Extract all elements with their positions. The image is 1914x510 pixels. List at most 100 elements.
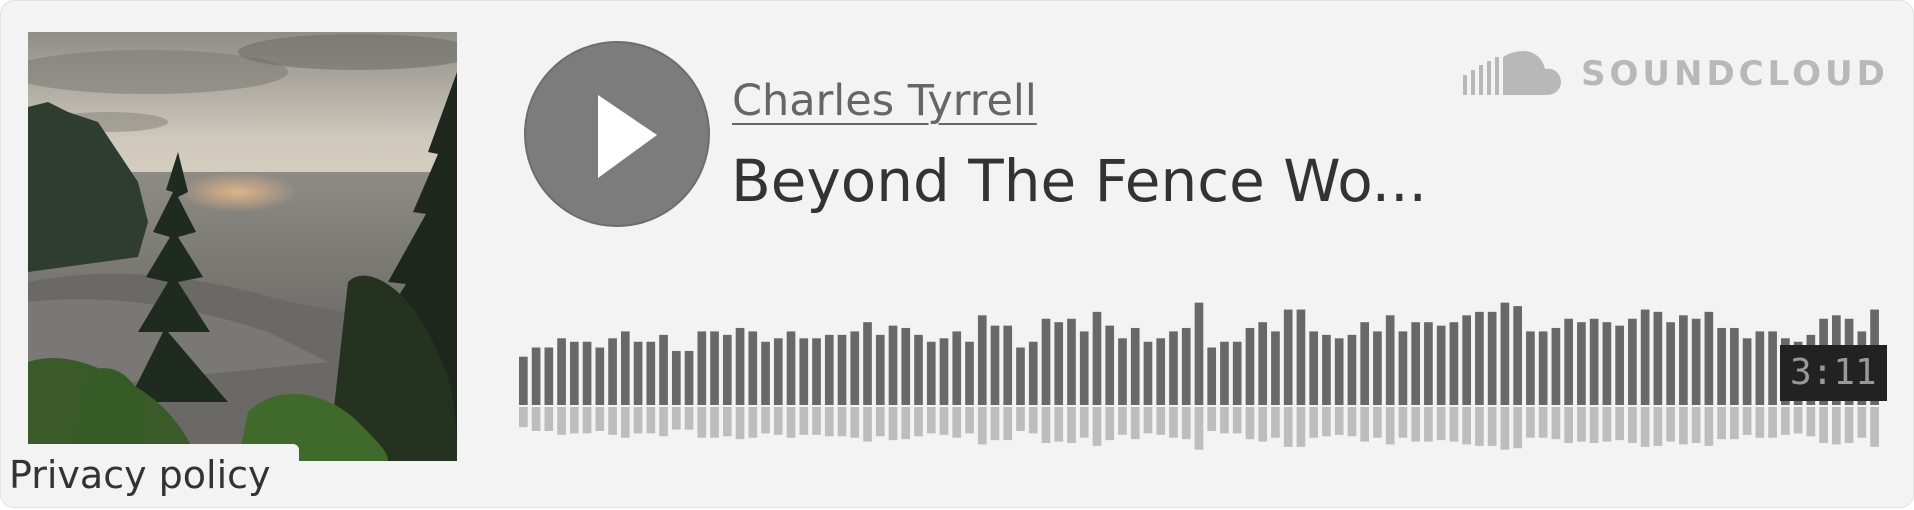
waveform-bar xyxy=(1130,327,1140,405)
waveform-bar-reflection xyxy=(926,407,936,434)
artist-link[interactable]: Charles Tyrrell xyxy=(732,73,1037,129)
waveform-bar xyxy=(1258,322,1268,405)
waveform-bar xyxy=(888,325,898,405)
waveform[interactable] xyxy=(519,281,1883,461)
waveform-bar xyxy=(620,331,630,405)
waveform-bar xyxy=(1436,325,1446,405)
waveform-bar xyxy=(1373,331,1382,405)
waveform-bar xyxy=(1768,331,1777,405)
waveform-bar-reflection xyxy=(1832,407,1841,445)
waveform-bar-reflection xyxy=(1436,407,1446,441)
waveform-bar-reflection xyxy=(965,407,974,434)
waveform-bar xyxy=(1462,315,1471,405)
waveform-bar-reflection xyxy=(1143,407,1153,434)
waveform-bar xyxy=(1666,322,1675,405)
waveform-bar-reflection xyxy=(990,407,1000,441)
waveform-bar xyxy=(773,338,783,405)
waveform-bar xyxy=(1424,322,1433,405)
waveform-bar xyxy=(1169,331,1178,405)
waveform-bar-reflection xyxy=(748,407,758,438)
waveform-bar xyxy=(582,341,592,405)
play-button[interactable] xyxy=(524,41,710,227)
waveform-bar-reflection xyxy=(1500,407,1510,450)
waveform-bar-reflection xyxy=(1207,407,1217,431)
waveform-bar-reflection xyxy=(646,407,656,434)
waveform-bar xyxy=(722,334,732,405)
waveform-bar-reflection xyxy=(1309,407,1319,438)
waveform-bar xyxy=(965,341,974,405)
waveform-bar xyxy=(837,334,847,405)
waveform-bar xyxy=(1054,322,1064,405)
waveform-bar-reflection xyxy=(977,407,987,445)
waveform-bar xyxy=(1640,309,1650,405)
waveform-bar-reflection xyxy=(735,407,745,440)
waveform-bar xyxy=(1003,325,1013,405)
track-artwork[interactable] xyxy=(28,32,457,461)
waveform-bar xyxy=(926,341,936,405)
waveform-bar-reflection xyxy=(1615,407,1624,441)
waveform-bar xyxy=(1067,318,1076,405)
waveform-bar xyxy=(1245,327,1255,405)
waveform-bar xyxy=(1628,318,1637,405)
waveform-bar xyxy=(1513,306,1522,405)
waveform-bar-reflection xyxy=(1334,407,1344,435)
waveform-bar-reflection xyxy=(1424,407,1433,442)
play-icon xyxy=(598,95,657,178)
track-title[interactable]: Beyond The Fence Wo... xyxy=(731,145,1427,217)
waveform-bar-reflection xyxy=(1385,407,1395,445)
waveform-bar xyxy=(1194,302,1204,405)
waveform-bar-reflection xyxy=(1691,407,1701,443)
waveform-bar-reflection xyxy=(1041,407,1051,443)
waveform-bar xyxy=(633,341,643,405)
waveform-bar xyxy=(646,341,656,405)
waveform-bar-reflection xyxy=(1462,407,1471,445)
soundcloud-brand-link[interactable]: SOUNDCLOUD xyxy=(1463,51,1889,97)
waveform-bar xyxy=(519,356,528,405)
waveform-bar xyxy=(850,331,860,405)
track-duration: 3:11 xyxy=(1780,345,1887,401)
waveform-bar xyxy=(1271,331,1280,405)
waveform-bar-reflection xyxy=(863,407,872,442)
waveform-bar xyxy=(761,341,770,405)
waveform-bar-reflection xyxy=(1322,407,1331,437)
waveform-bar xyxy=(1411,322,1421,405)
waveform-bar-reflection xyxy=(531,407,541,431)
waveform-bar xyxy=(1309,331,1319,405)
waveform-bar xyxy=(1334,338,1344,405)
waveform-bar-reflection xyxy=(659,407,668,437)
waveform-bar-reflection xyxy=(710,407,719,438)
waveform-bar xyxy=(1615,325,1624,405)
waveform-bar-reflection xyxy=(1551,407,1561,440)
waveform-bar-reflection xyxy=(901,407,911,440)
waveform-bar xyxy=(735,327,745,405)
waveform-bar-reflection xyxy=(1628,407,1637,443)
privacy-policy-link[interactable]: Privacy policy xyxy=(1,444,299,507)
waveform-bar-reflection xyxy=(875,407,885,437)
waveform-bar-reflection xyxy=(914,407,923,437)
waveform-bar-reflection xyxy=(1169,407,1178,438)
waveform-bar xyxy=(1079,331,1089,405)
waveform-bar xyxy=(1220,341,1229,405)
waveform-bar-reflection xyxy=(1487,407,1497,446)
waveform-bar-reflection xyxy=(1118,407,1127,435)
waveform-bar-reflection xyxy=(1755,407,1765,438)
waveform-bar-reflection xyxy=(1054,407,1064,442)
waveform-bar xyxy=(1156,338,1166,405)
waveform-bar xyxy=(1538,331,1548,405)
waveform-bar xyxy=(1385,315,1395,405)
waveform-bar-reflection xyxy=(1398,407,1408,438)
waveform-bar xyxy=(557,338,566,405)
waveform-bar xyxy=(544,347,554,405)
waveform-bar xyxy=(684,350,694,405)
waveform-bar xyxy=(1028,341,1038,405)
waveform-bar-reflection xyxy=(620,407,630,438)
waveform-bar xyxy=(569,341,579,405)
waveform-bar-reflection xyxy=(773,407,783,435)
waveform-bar xyxy=(786,331,796,405)
waveform-bar-reflection xyxy=(1194,407,1204,450)
cloud-logo-icon xyxy=(1463,51,1561,95)
waveform-bar-reflection xyxy=(837,407,847,437)
waveform-bar xyxy=(863,322,872,405)
waveform-bar xyxy=(799,338,809,405)
waveform-bar xyxy=(1118,338,1127,405)
